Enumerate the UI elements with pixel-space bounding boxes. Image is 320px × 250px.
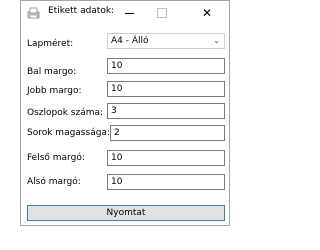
right-margin-label: Jobb margo:: [27, 86, 82, 96]
top-margin-label: Felső margó:: [27, 153, 85, 163]
left-margin-input[interactable]: 10: [107, 58, 225, 74]
minimize-icon: [124, 12, 134, 14]
close-button[interactable]: ✕: [192, 1, 222, 25]
columns-input[interactable]: 3: [107, 103, 225, 119]
right-margin-input[interactable]: 10: [107, 81, 225, 97]
title-bar[interactable]: Etikett adatok: ✕: [21, 1, 229, 25]
paper-size-value: A4 - Álló: [111, 36, 149, 46]
window-title: Etikett adatok:: [48, 6, 115, 16]
maximize-button[interactable]: [147, 1, 177, 25]
close-icon: ✕: [201, 6, 213, 20]
columns-label: Oszlopok száma:: [27, 108, 104, 118]
minimize-button[interactable]: [114, 1, 144, 25]
top-margin-input[interactable]: 10: [107, 150, 225, 166]
left-margin-label: Bal margo:: [27, 67, 77, 77]
print-button[interactable]: Nyomtat: [27, 205, 225, 221]
maximize-icon: [157, 8, 167, 18]
paper-size-label: Lapméret:: [27, 39, 74, 49]
row-height-input[interactable]: 2: [110, 125, 225, 141]
bottom-margin-label: Alsó margó:: [27, 177, 81, 187]
app-icon: [27, 7, 40, 19]
row-height-label: Sorok magassága:: [27, 128, 110, 138]
dialog-window: Etikett adatok: ✕ Lapméret: A4 - Álló ⌄ …: [20, 0, 230, 226]
paper-size-select[interactable]: A4 - Álló ⌄: [107, 33, 225, 49]
chevron-down-icon: ⌄: [213, 36, 220, 45]
bottom-margin-input[interactable]: 10: [107, 174, 225, 190]
